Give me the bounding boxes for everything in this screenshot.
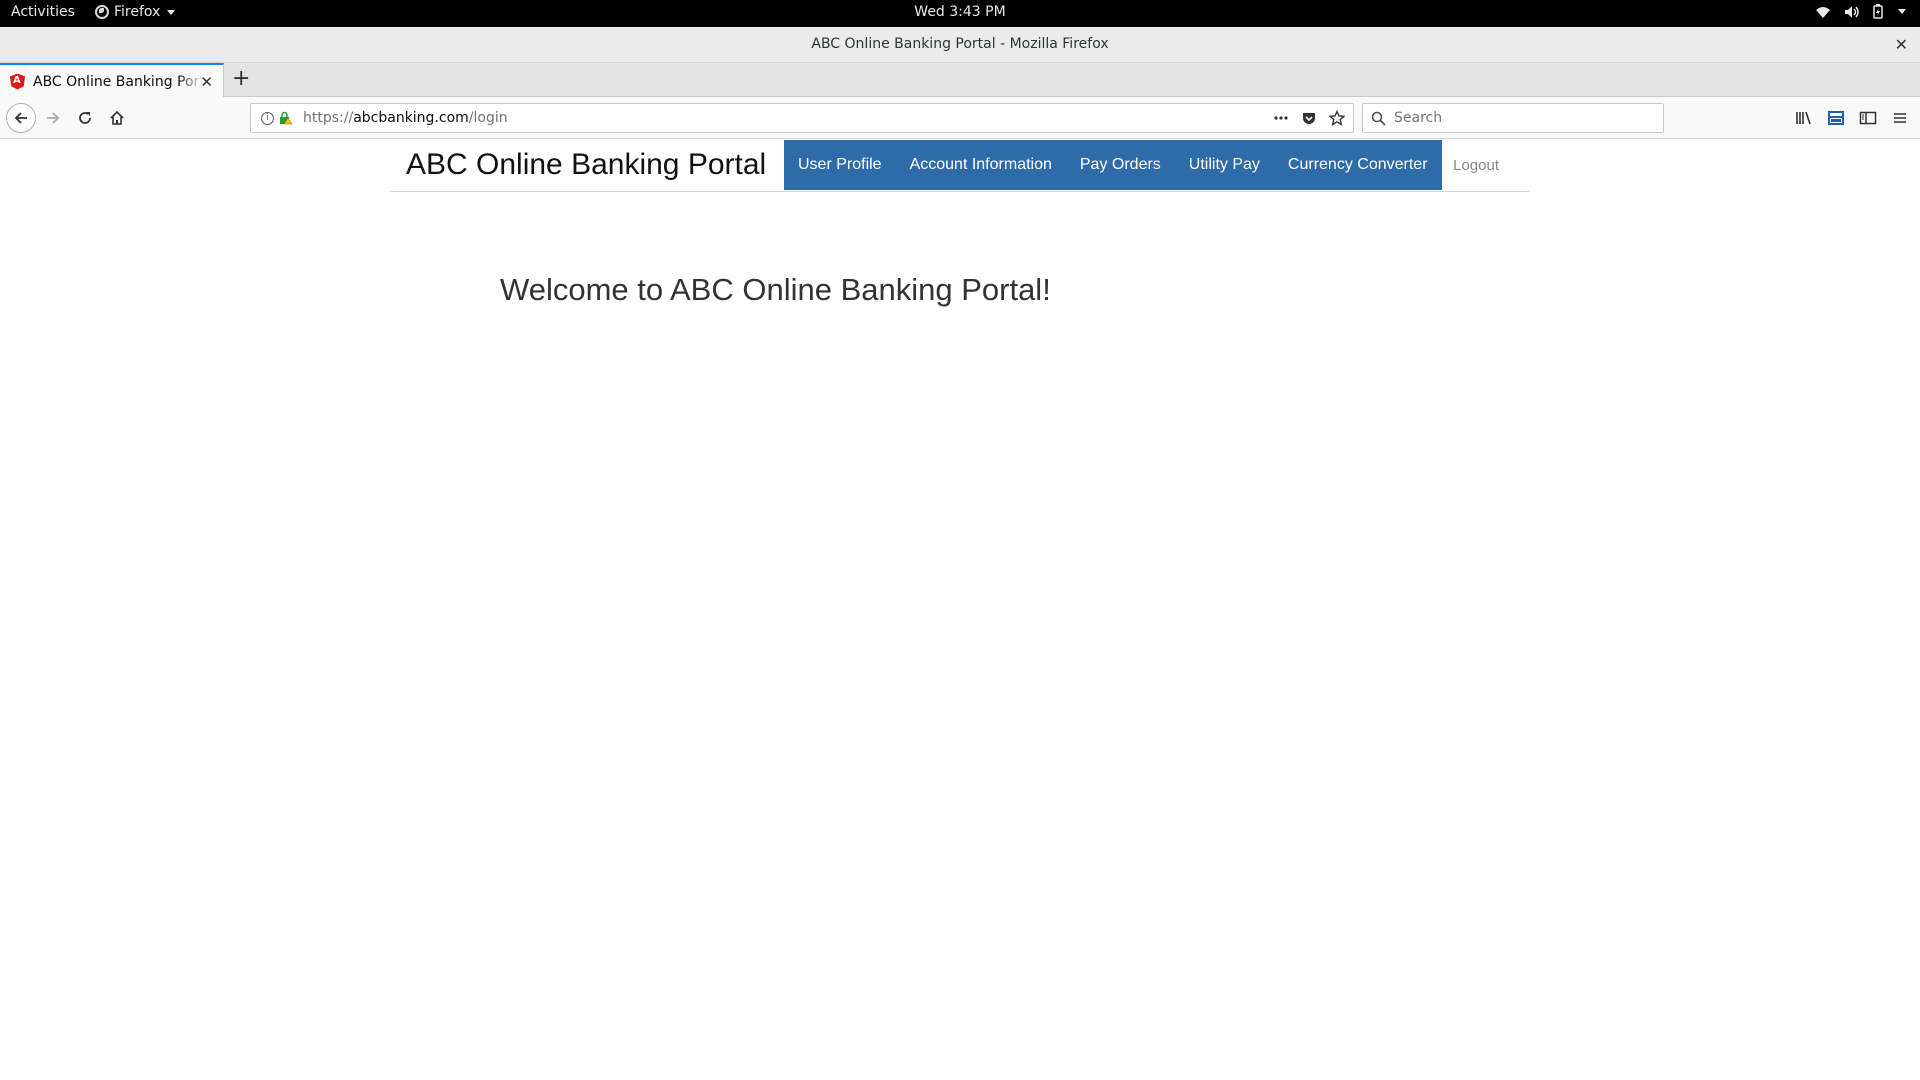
insecure-lock-icon[interactable]	[279, 111, 293, 125]
search-bar[interactable]	[1362, 103, 1664, 133]
new-badge-icon	[1828, 111, 1844, 125]
pocket-icon[interactable]	[1301, 110, 1317, 126]
library-icon	[1796, 111, 1811, 125]
page-actions-icon[interactable]	[1273, 110, 1289, 126]
tab-close-button[interactable]: ✕	[200, 73, 213, 91]
system-menu-caret-icon	[1898, 9, 1906, 14]
menu-item-utility-pay[interactable]: Utility Pay	[1175, 140, 1274, 190]
menu-item-currency-converter[interactable]: Currency Converter	[1274, 140, 1442, 190]
new-extension-button[interactable]	[1826, 103, 1846, 133]
reload-button[interactable]	[70, 103, 100, 133]
main-menu: User Profile Account Information Pay Ord…	[784, 140, 1442, 190]
wifi-icon	[1816, 6, 1830, 18]
toolbar-right	[1794, 103, 1910, 133]
volume-icon	[1845, 5, 1859, 18]
tab-active[interactable]: ABC Online Banking Portal ✕	[0, 63, 224, 98]
bookmark-star-icon[interactable]	[1329, 110, 1345, 126]
url-scheme: https://	[303, 110, 354, 126]
system-tray[interactable]	[1815, 4, 1906, 19]
menu-item-account-information[interactable]: Account Information	[896, 140, 1066, 190]
library-button[interactable]	[1794, 103, 1814, 133]
back-button[interactable]	[6, 103, 36, 133]
search-input[interactable]	[1394, 110, 1654, 126]
logout-link[interactable]: Logout	[1453, 140, 1499, 192]
url-path: /login	[468, 110, 508, 126]
site-brand[interactable]: ABC Online Banking Portal	[406, 148, 766, 182]
url-bar[interactable]: i https://abcbanking.com/login	[250, 103, 1354, 133]
window-title: ABC Online Banking Portal - Mozilla Fire…	[811, 36, 1109, 52]
page-viewport: ABC Online Banking Portal User Profile A…	[0, 140, 1920, 1080]
reload-icon	[79, 112, 91, 124]
menu-item-user-profile[interactable]: User Profile	[784, 140, 896, 190]
arrow-left-icon	[14, 112, 27, 124]
hamburger-icon	[1894, 113, 1906, 123]
tab-strip: ABC Online Banking Portal ✕ +	[0, 63, 1920, 98]
welcome-heading: Welcome to ABC Online Banking Portal!	[500, 272, 1051, 307]
battery-icon	[1873, 4, 1883, 19]
info-icon[interactable]: i	[261, 111, 274, 125]
menu-item-pay-orders[interactable]: Pay Orders	[1066, 140, 1175, 190]
navigation-toolbar: i https://abcbanking.com/login	[0, 97, 1920, 139]
home-button[interactable]	[102, 103, 132, 133]
hamburger-menu-button[interactable]	[1890, 103, 1910, 133]
site-navbar: ABC Online Banking Portal User Profile A…	[390, 140, 1529, 192]
tab-title: ABC Online Banking Portal	[33, 73, 203, 90]
angular-favicon-icon	[10, 73, 25, 90]
window-close-button[interactable]: ✕	[1895, 35, 1908, 54]
forward-button[interactable]	[38, 103, 68, 133]
url-text[interactable]: https://abcbanking.com/login	[303, 110, 508, 126]
sidebar-icon	[1859, 111, 1877, 125]
url-actions	[1273, 110, 1345, 126]
system-clock[interactable]: Wed 3:43 PM	[0, 4, 1920, 20]
home-icon	[110, 110, 124, 125]
new-tab-button[interactable]: +	[232, 67, 250, 91]
search-icon	[1371, 111, 1386, 126]
url-host: abcbanking.com	[353, 110, 469, 126]
sidebar-toggle-button[interactable]	[1858, 103, 1878, 133]
arrow-right-icon	[47, 112, 60, 124]
system-top-bar: Activities Firefox Wed 3:43 PM	[0, 0, 1920, 27]
window-titlebar: ABC Online Banking Portal - Mozilla Fire…	[0, 27, 1920, 63]
